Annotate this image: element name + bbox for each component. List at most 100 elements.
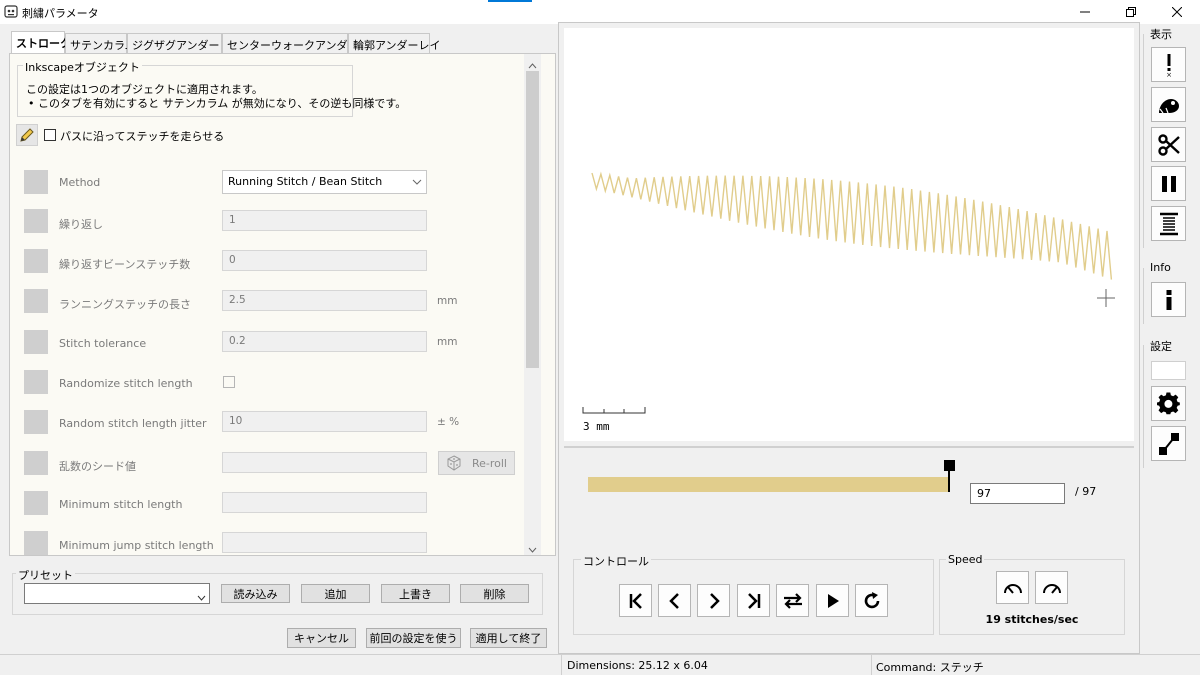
tab-zigzag-underlay[interactable]: ジグザグアンダーレイ <box>127 33 242 53</box>
repeats-field[interactable]: 1 <box>222 210 427 231</box>
randomize-checkbox[interactable] <box>223 376 235 388</box>
show-commands-button[interactable] <box>1151 206 1186 241</box>
tab-satin-column[interactable]: サテンカラム <box>65 33 136 53</box>
stitch-slider-track[interactable] <box>588 477 949 492</box>
step-forward-button[interactable] <box>697 584 730 617</box>
info-label: Info <box>1150 261 1171 274</box>
tab-stroke[interactable]: ストローク <box>11 31 71 54</box>
info-button[interactable] <box>1151 282 1186 317</box>
bean-repeats-label: 繰り返すビーンステッチ数 <box>59 258 191 271</box>
cancel-button[interactable]: キャンセル <box>287 628 356 648</box>
reroll-label: Re-roll <box>471 456 507 470</box>
method-select[interactable]: Running Stitch / Bean Stitch <box>222 170 427 194</box>
command-status: Command: ステッチ <box>876 661 984 674</box>
stitch-total: / 97 <box>1075 485 1097 498</box>
color-swatch[interactable] <box>1151 361 1186 380</box>
skip-end-icon <box>747 592 760 609</box>
repeats-label: 繰り返し <box>59 218 103 231</box>
tab-center-walk-underlay[interactable]: センターウォークアンダーレイ <box>222 33 381 53</box>
bean-repeats-field[interactable]: 0 <box>222 250 427 271</box>
stitch-lines-icon <box>1159 212 1178 235</box>
exclamation-icon: × <box>1166 53 1172 78</box>
seed-field[interactable] <box>222 452 427 473</box>
param-toggle-method[interactable] <box>24 170 48 194</box>
preset-add-button[interactable]: 追加 <box>301 584 370 603</box>
stitch-slider-handle[interactable] <box>944 460 955 471</box>
jitter-field[interactable]: 10 <box>222 411 427 432</box>
param-toggle-jitter[interactable] <box>24 410 48 434</box>
scroll-down-icon[interactable] <box>528 543 537 556</box>
stitch-number-input[interactable]: 97 <box>970 483 1065 504</box>
preset-load-button[interactable]: 読み込み <box>221 584 290 603</box>
close-button[interactable] <box>1154 0 1200 24</box>
param-toggle-repeats[interactable] <box>24 209 48 233</box>
stitch-path <box>591 171 1113 280</box>
tab-contour-underlay[interactable]: 輪郭アンダーレイ <box>348 33 441 53</box>
jump-to-start-button[interactable] <box>619 584 652 617</box>
enable-checkbox[interactable] <box>44 129 56 141</box>
restore-icon <box>1126 7 1136 17</box>
param-toggle-randomize[interactable] <box>24 370 48 394</box>
step-back-button[interactable] <box>658 584 691 617</box>
tolerance-field[interactable]: 0.2 <box>222 331 427 352</box>
speedometer-slow-icon <box>1003 583 1022 594</box>
side-divider <box>1143 345 1144 468</box>
app-icon <box>4 5 18 18</box>
running-length-field[interactable]: 2.5 <box>222 290 427 311</box>
speed-up-button[interactable] <box>1035 571 1068 604</box>
controls-title: コントロール <box>581 553 651 569</box>
min-stitch-field[interactable] <box>222 492 427 513</box>
param-toggle-min-stitch[interactable] <box>24 491 48 515</box>
preview-divider <box>564 446 1134 448</box>
speedometer-fast-icon <box>1042 583 1061 594</box>
scrollbar[interactable] <box>524 54 541 555</box>
tab-label: サテンカラム <box>70 39 136 52</box>
param-toggle-tolerance[interactable] <box>24 330 48 354</box>
show-warnings-button[interactable]: × <box>1151 47 1186 82</box>
stitch-slider-marker <box>948 468 950 492</box>
jump-to-end-button[interactable] <box>737 584 770 617</box>
reverse-direction-button[interactable] <box>776 584 809 617</box>
show-stops-button[interactable] <box>1151 166 1186 201</box>
preset-select[interactable] <box>24 583 210 604</box>
param-toggle-running-length[interactable] <box>24 289 48 313</box>
method-select-value: Running Stitch / Bean Stitch <box>228 175 383 188</box>
close-icon <box>1172 7 1182 17</box>
window-title: 刺繍パラメータ <box>22 7 99 20</box>
restart-button[interactable] <box>855 584 888 617</box>
settings-button[interactable] <box>1151 386 1186 421</box>
play-button[interactable] <box>816 584 849 617</box>
randomize-label: Randomize stitch length <box>59 377 193 390</box>
info-line-2: • このタブを有効にすると サテンカラム が無効になり、その逆も同様です。 <box>28 97 407 110</box>
param-toggle-min-jump[interactable] <box>24 531 48 555</box>
min-jump-field[interactable] <box>222 532 427 553</box>
svg-text:×: × <box>1166 71 1172 78</box>
apply-and-close-button[interactable]: 適用して終了 <box>470 628 547 648</box>
maximize-button[interactable] <box>1108 0 1154 24</box>
crosshair-icon <box>1097 289 1115 307</box>
use-last-settings-button[interactable]: 前回の設定を使う <box>366 628 461 648</box>
jitter-label: Random stitch length jitter <box>59 417 207 430</box>
minimize-icon <box>1080 11 1090 13</box>
pause-icon <box>1161 175 1176 192</box>
status-separator <box>871 655 872 675</box>
side-divider <box>1143 34 1144 248</box>
param-toggle-bean-repeats[interactable] <box>24 249 48 273</box>
reroll-button[interactable]: Re-roll <box>438 451 515 475</box>
chevron-down-icon <box>408 171 426 193</box>
preset-overwrite-button[interactable]: 上書き <box>381 584 450 603</box>
scale-bar <box>582 407 646 414</box>
title-bar: 刺繍パラメータ <box>0 0 1200 24</box>
method-label: Method <box>59 176 101 189</box>
show-trims-button[interactable] <box>1151 127 1186 162</box>
minimize-button[interactable] <box>1062 0 1108 24</box>
param-toggle-seed[interactable] <box>24 451 48 475</box>
show-jumps-button[interactable] <box>1151 87 1186 122</box>
scissors-icon <box>1157 133 1180 156</box>
scrollbar-thumb[interactable] <box>526 71 539 368</box>
preview-canvas[interactable]: 3 mm <box>564 28 1134 441</box>
enable-checkbox-label: パスに沿ってステッチを走らせる <box>60 130 225 143</box>
slow-down-button[interactable] <box>996 571 1029 604</box>
preset-delete-button[interactable]: 削除 <box>460 584 529 603</box>
detach-window-button[interactable] <box>1151 426 1186 461</box>
